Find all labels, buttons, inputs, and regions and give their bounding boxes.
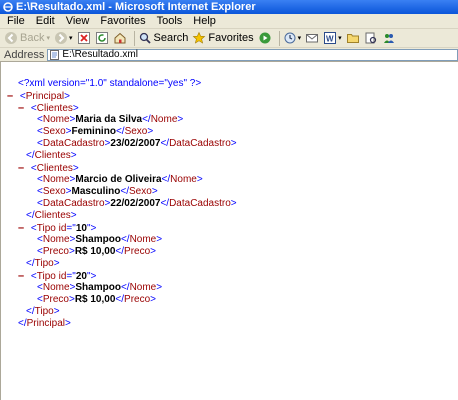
xml-nome-element: <Nome>Marcio de Oliveira</Nome>: [37, 174, 203, 185]
toolbar-separator: [133, 30, 135, 46]
chevron-down-icon: ▾: [297, 35, 302, 42]
xml-declaration: <?xml version="1.0" standalone="yes" ?>: [18, 78, 202, 89]
address-bar: Address E:\Resultado.xml: [0, 48, 458, 62]
menu-favorites[interactable]: Favorites: [100, 15, 145, 27]
favorites-button[interactable]: Favorites: [192, 31, 254, 45]
address-value: E:\Resultado.xml: [62, 49, 138, 60]
mail-button[interactable]: [305, 31, 319, 45]
xml-tipo-close: </Tipo>: [26, 306, 60, 317]
menu-bar: File Edit View Favorites Tools Help: [0, 14, 458, 29]
forward-arrow-icon: [54, 32, 67, 44]
back-arrow-icon: [5, 32, 17, 44]
refresh-button[interactable]: [95, 31, 109, 45]
search-icon: [139, 32, 151, 44]
svg-text:W: W: [326, 35, 334, 44]
xml-page-icon: [50, 49, 60, 60]
xml-datacadastro-element: <DataCadastro>23/02/2007</DataCadastro>: [37, 138, 237, 149]
ie-logo-icon: [3, 2, 13, 12]
messenger-button[interactable]: [382, 31, 396, 45]
search-button[interactable]: Search: [138, 31, 189, 45]
xml-nome-element: <Nome>Shampoo</Nome>: [37, 282, 163, 293]
collapse-toggle[interactable]: –: [18, 222, 24, 234]
window-title: E:\Resultado.xml - Microsoft Internet Ex…: [16, 1, 256, 13]
discuss-button[interactable]: [346, 31, 360, 45]
menu-view[interactable]: View: [66, 15, 90, 27]
address-label: Address: [4, 48, 45, 61]
mail-icon: [306, 34, 319, 43]
history-icon: [284, 32, 296, 44]
edit-button[interactable]: W ▾: [323, 31, 342, 45]
collapse-toggle[interactable]: –: [18, 270, 24, 282]
forward-button[interactable]: ▾: [54, 31, 73, 45]
toolbar-separator: [278, 30, 280, 46]
menu-edit[interactable]: Edit: [36, 15, 55, 27]
back-label: Back: [20, 32, 45, 44]
collapse-toggle[interactable]: –: [18, 162, 24, 174]
chevron-down-icon: ▾: [46, 35, 50, 42]
messenger-icon: [383, 34, 394, 43]
xml-preco-element: <Preco>R$ 10,00</Preco>: [37, 246, 156, 257]
history-button[interactable]: ▾: [283, 31, 302, 45]
xml-tipo-close: </Tipo>: [26, 258, 60, 269]
star-icon: [192, 31, 206, 44]
refresh-icon: [95, 32, 108, 44]
xml-sexo-element: <Sexo>Feminino</Sexo>: [37, 126, 154, 137]
xml-preco-element: <Preco>R$ 10,00</Preco>: [37, 294, 156, 305]
word-icon: W: [324, 32, 337, 44]
search-label: Search: [153, 32, 189, 44]
xml-nome-element: <Nome>Shampoo</Nome>: [37, 234, 163, 245]
address-input[interactable]: E:\Resultado.xml: [47, 48, 458, 61]
xml-nome-element: <Nome>Maria da Silva</Nome>: [37, 114, 184, 125]
favorites-label: Favorites: [208, 32, 254, 44]
home-icon: [114, 32, 125, 44]
xml-clientes-close: </Clientes>: [26, 210, 77, 221]
chevron-down-icon: ▾: [68, 35, 73, 42]
menu-help[interactable]: Help: [193, 15, 216, 27]
menu-file[interactable]: File: [7, 15, 25, 27]
research-button[interactable]: [364, 31, 378, 45]
stop-icon: [77, 32, 90, 44]
document-view: <?xml version="1.0" standalone="yes" ?> …: [0, 62, 458, 400]
folder-icon: [346, 34, 359, 43]
collapse-toggle[interactable]: –: [7, 90, 13, 102]
stop-button[interactable]: [77, 31, 91, 45]
chevron-down-icon: ▾: [338, 35, 342, 42]
xml-sexo-element: <Sexo>Masculino</Sexo>: [37, 186, 158, 197]
xml-datacadastro-element: <DataCadastro>22/02/2007</DataCadastro>: [37, 198, 237, 209]
standard-toolbar: Back ▾ ▾ Search Favorites ▾ W ▾: [0, 29, 458, 48]
xml-principal-close: </Principal>: [18, 318, 71, 329]
xml-clientes-close: </Clientes>: [26, 150, 77, 161]
menu-tools[interactable]: Tools: [157, 15, 183, 27]
research-icon: [365, 32, 376, 44]
back-button[interactable]: Back ▾: [4, 31, 50, 45]
title-bar: E:\Resultado.xml - Microsoft Internet Ex…: [0, 0, 458, 14]
media-button[interactable]: [258, 31, 272, 45]
collapse-toggle[interactable]: –: [18, 102, 24, 114]
media-icon: [259, 32, 271, 44]
home-button[interactable]: [113, 31, 127, 45]
